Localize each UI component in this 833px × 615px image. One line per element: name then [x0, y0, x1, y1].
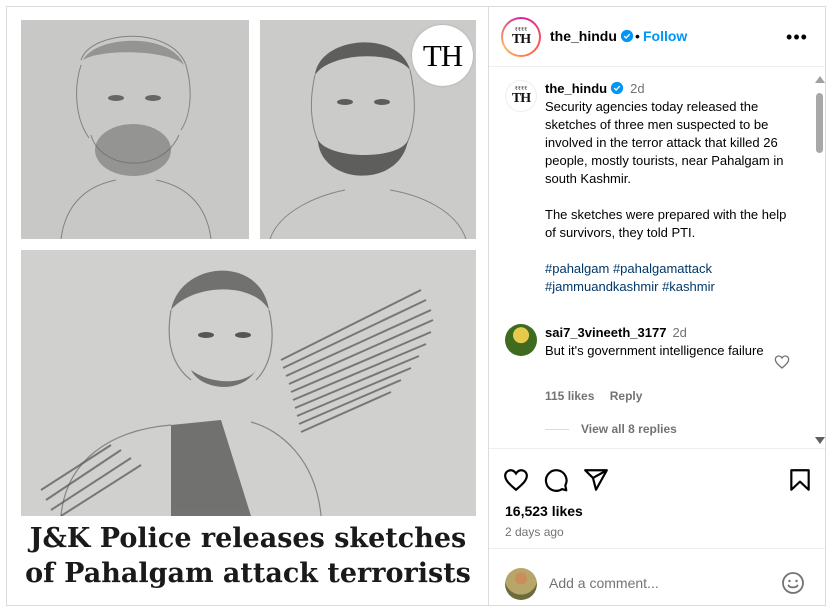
comment-input[interactable]: [549, 573, 759, 593]
comment-likes[interactable]: 115 likes: [545, 389, 594, 403]
header-separator: •: [635, 28, 640, 44]
scrollbar[interactable]: [814, 70, 825, 446]
post-caption: the_hindu 2d Security agencies today rele…: [545, 80, 797, 296]
scrollbar-thumb[interactable]: [816, 93, 823, 153]
view-replies-button[interactable]: View all 8 replies: [545, 422, 677, 436]
add-comment-bar: [489, 548, 825, 605]
account-avatar[interactable]: ₹₹₹₹ TH: [501, 17, 541, 57]
hashtag-link[interactable]: #jammuandkashmir: [545, 279, 658, 294]
hashtag-link[interactable]: #pahalgamattack: [613, 261, 712, 276]
comment-meta: 115 likes Reply: [545, 389, 654, 403]
post-media[interactable]: TH J&K Police releases sketches of Pahal…: [7, 7, 489, 605]
caption-time: 2d: [630, 81, 645, 96]
comment-like-heart-icon[interactable]: [774, 354, 790, 370]
comment-icon[interactable]: [543, 467, 569, 493]
verified-icon: [620, 29, 634, 43]
hashtag-link[interactable]: #kashmir: [662, 279, 715, 294]
sketch-image-3: [21, 250, 476, 516]
the-hindu-logo: ₹₹₹₹ TH: [511, 27, 531, 47]
post-headline: J&K Police releases sketches of Pahalgam…: [7, 521, 489, 591]
user-avatar[interactable]: [505, 568, 537, 600]
heart-icon[interactable]: [503, 467, 529, 493]
scroll-down-arrow-icon[interactable]: [815, 437, 825, 444]
caption-hashtags: #pahalgam #pahalgamattack #jammuandkashmi…: [545, 260, 797, 296]
scroll-up-arrow-icon[interactable]: [815, 76, 825, 83]
post-modal: TH J&K Police releases sketches of Pahal…: [6, 6, 826, 606]
post-actions: 16,523 likes 2 days ago: [489, 448, 825, 548]
caption-avatar[interactable]: ₹₹₹₹ TH: [505, 80, 537, 112]
likes-count[interactable]: 16,523 likes: [505, 503, 583, 519]
comment: sai7_3vineeth_3177 2d But it's government…: [545, 324, 765, 360]
headline-line-2: of Pahalgam attack terrorists: [25, 558, 471, 589]
more-options-icon[interactable]: •••: [785, 27, 809, 47]
comments-scroll-area[interactable]: ₹₹₹₹ TH the_hindu 2d Security agencies tod…: [489, 68, 825, 448]
commenter-avatar[interactable]: [505, 324, 537, 356]
caption-paragraph-1: Security agencies today released the ske…: [545, 99, 788, 186]
post-header: ₹₹₹₹ TH the_hindu • Follow •••: [489, 7, 825, 67]
verified-icon: [610, 81, 624, 95]
comment-text: But it's government intelligence failure: [545, 343, 764, 358]
bookmark-icon[interactable]: [787, 467, 813, 493]
the-hindu-logo-small: ₹₹₹₹ TH: [511, 86, 531, 106]
post-time: 2 days ago: [505, 525, 564, 539]
header-username-text: the_hindu: [550, 28, 617, 44]
comment-username[interactable]: sai7_3vineeth_3177: [545, 325, 666, 340]
caption-paragraph-2: The sketches were prepared with the help…: [545, 207, 790, 240]
emoji-icon[interactable]: [781, 571, 805, 595]
the-hindu-badge: TH: [412, 25, 473, 86]
comment-reply-button[interactable]: Reply: [610, 389, 643, 403]
comment-time: 2d: [672, 325, 687, 340]
hashtag-link[interactable]: #pahalgam: [545, 261, 609, 276]
share-icon[interactable]: [583, 467, 609, 493]
caption-username[interactable]: the_hindu: [545, 81, 607, 96]
sketch-image-1: [21, 20, 249, 239]
post-side-panel: ₹₹₹₹ TH the_hindu • Follow ••• ₹₹₹₹ TH the…: [489, 7, 825, 605]
header-username[interactable]: the_hindu: [550, 28, 634, 44]
follow-button[interactable]: Follow: [643, 28, 687, 44]
headline-line-1: J&K Police releases sketches: [29, 523, 467, 554]
